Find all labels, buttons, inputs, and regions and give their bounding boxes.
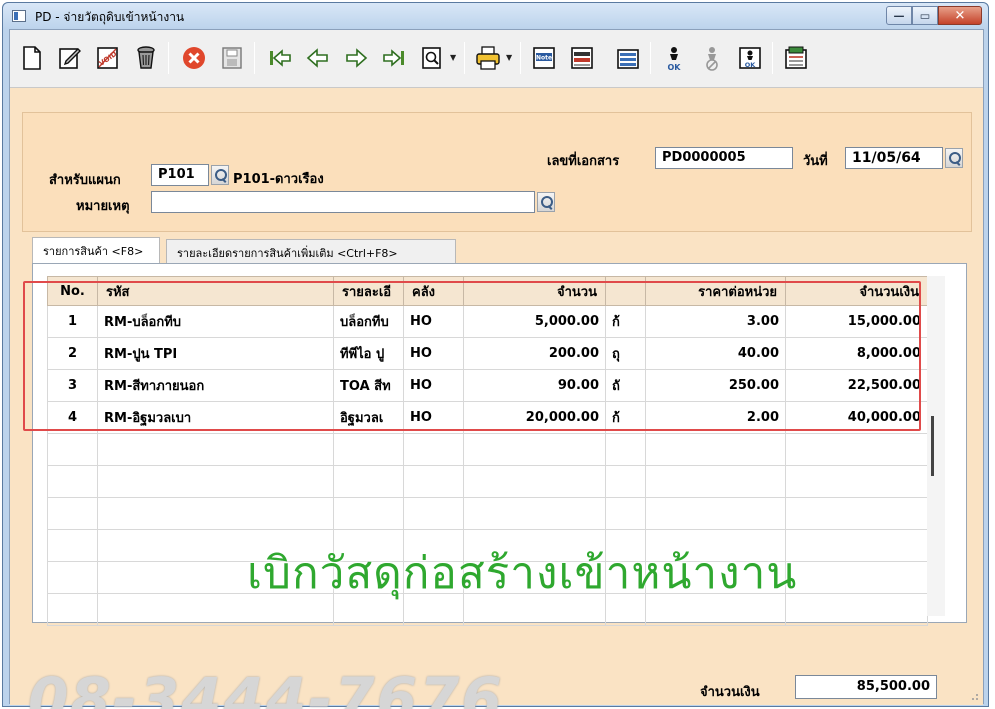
document-form: เลขที่เอกสาร PD0000005 วันที่ 11/05/64 ส… bbox=[10, 88, 983, 709]
edit-button[interactable] bbox=[54, 42, 86, 74]
note-icon: Note bbox=[533, 47, 555, 69]
scroll-thumb[interactable] bbox=[931, 416, 934, 476]
approve-doc-label: OK bbox=[745, 61, 757, 69]
client-area: VOID ▼ ▼ Note OK OK เลขที่เอกสาร PD00000… bbox=[9, 29, 984, 709]
grid-scrollbar[interactable] bbox=[927, 276, 945, 616]
first-record-button[interactable] bbox=[264, 42, 296, 74]
toolbar: VOID ▼ ▼ Note OK OK bbox=[10, 30, 983, 88]
dept-name: P101-ดาวเรือง bbox=[233, 172, 324, 187]
dept-label: สำหรับแผนก bbox=[49, 173, 121, 188]
close-icon: ✕ bbox=[954, 8, 966, 23]
approve-doc-icon: OK bbox=[739, 47, 761, 69]
maximize-icon: ▭ bbox=[919, 9, 931, 22]
header-panel: เลขที่เอกสาร PD0000005 วันที่ 11/05/64 ส… bbox=[22, 112, 972, 232]
report-button[interactable] bbox=[612, 42, 644, 74]
date-lookup-icon[interactable] bbox=[945, 148, 963, 168]
delete-icon bbox=[137, 46, 155, 69]
empty-row[interactable] bbox=[47, 497, 928, 530]
export-button[interactable] bbox=[780, 42, 812, 74]
empty-row[interactable] bbox=[47, 465, 928, 498]
approve-button[interactable]: OK bbox=[658, 42, 690, 74]
maximize-button[interactable]: ▭ bbox=[912, 6, 938, 25]
prev-record-button[interactable] bbox=[302, 42, 334, 74]
doc-no-label: เลขที่เอกสาร bbox=[547, 154, 620, 169]
minimize-icon: — bbox=[893, 9, 905, 22]
resize-grip-icon[interactable] bbox=[969, 691, 979, 701]
phone-watermark: 08-3444-7676 bbox=[28, 665, 504, 709]
tab-item-details[interactable]: รายละเอียดรายการสินค้าเพิ่มเติม <Ctrl+F8… bbox=[166, 239, 456, 263]
last-record-button[interactable] bbox=[378, 42, 410, 74]
remark-lookup-icon[interactable] bbox=[537, 192, 555, 212]
total-amount: 85,500.00 bbox=[795, 675, 937, 699]
tab-items[interactable]: รายการสินค้า <F8> bbox=[32, 237, 160, 263]
save-button[interactable] bbox=[216, 42, 248, 74]
preview-icon bbox=[422, 47, 441, 69]
window-title: PD - จ่ายวัตถุดิบเข้าหน้างาน bbox=[35, 10, 185, 24]
total-label: จำนวนเงิน bbox=[700, 685, 760, 700]
approve-label: OK bbox=[668, 63, 682, 72]
attach-button[interactable] bbox=[566, 42, 598, 74]
void-button[interactable]: VOID bbox=[92, 42, 124, 74]
note-button[interactable]: Note bbox=[528, 42, 560, 74]
first-icon bbox=[270, 49, 291, 67]
preview-dropdown-icon[interactable]: ▼ bbox=[450, 54, 458, 62]
edit-icon bbox=[59, 48, 81, 69]
delete-button[interactable] bbox=[130, 42, 162, 74]
print-button[interactable] bbox=[472, 42, 504, 74]
unapprove-icon bbox=[706, 47, 718, 71]
date-field[interactable]: 11/05/64 bbox=[845, 147, 943, 169]
app-icon bbox=[12, 10, 26, 22]
unapprove-button[interactable] bbox=[696, 42, 728, 74]
export-icon bbox=[785, 46, 807, 69]
remark-label: หมายเหตุ bbox=[76, 199, 130, 214]
attach-icon bbox=[571, 47, 593, 69]
approve-icon: OK bbox=[668, 47, 682, 72]
next-icon bbox=[346, 48, 368, 68]
title-bar[interactable]: PD - จ่ายวัตถุดิบเข้าหน้างาน — ▭ ✕ bbox=[3, 3, 988, 29]
new-button[interactable] bbox=[16, 42, 48, 74]
app-window: PD - จ่ายวัตถุดิบเข้าหน้างาน — ▭ ✕ VOID bbox=[2, 2, 989, 709]
report-icon bbox=[617, 49, 639, 69]
dept-lookup-icon[interactable] bbox=[211, 165, 229, 185]
print-dropdown-icon[interactable]: ▼ bbox=[506, 54, 514, 62]
close-button[interactable]: ✕ bbox=[938, 6, 982, 25]
minimize-button[interactable]: — bbox=[886, 6, 912, 25]
new-icon bbox=[23, 46, 41, 70]
doc-no-field[interactable]: PD0000005 bbox=[655, 147, 793, 169]
save-icon bbox=[222, 47, 242, 69]
prev-icon bbox=[306, 48, 328, 68]
cancel-icon bbox=[183, 47, 205, 69]
note-label: Note bbox=[536, 55, 552, 62]
print-icon bbox=[476, 46, 500, 70]
date-label: วันที่ bbox=[803, 154, 828, 169]
void-icon: VOID bbox=[97, 47, 119, 69]
dept-code-field[interactable]: P101 bbox=[151, 164, 209, 186]
preview-button[interactable] bbox=[416, 42, 448, 74]
highlight-box bbox=[23, 281, 921, 431]
next-record-button[interactable] bbox=[340, 42, 372, 74]
caption-overlay: เบิกวัสดุก่อสร้างเข้าหน้างาน bbox=[247, 548, 798, 599]
approve-doc-button[interactable]: OK bbox=[734, 42, 766, 74]
last-icon bbox=[383, 49, 404, 67]
cancel-button[interactable] bbox=[178, 42, 210, 74]
empty-row[interactable] bbox=[47, 433, 928, 466]
remark-field[interactable] bbox=[151, 191, 535, 213]
